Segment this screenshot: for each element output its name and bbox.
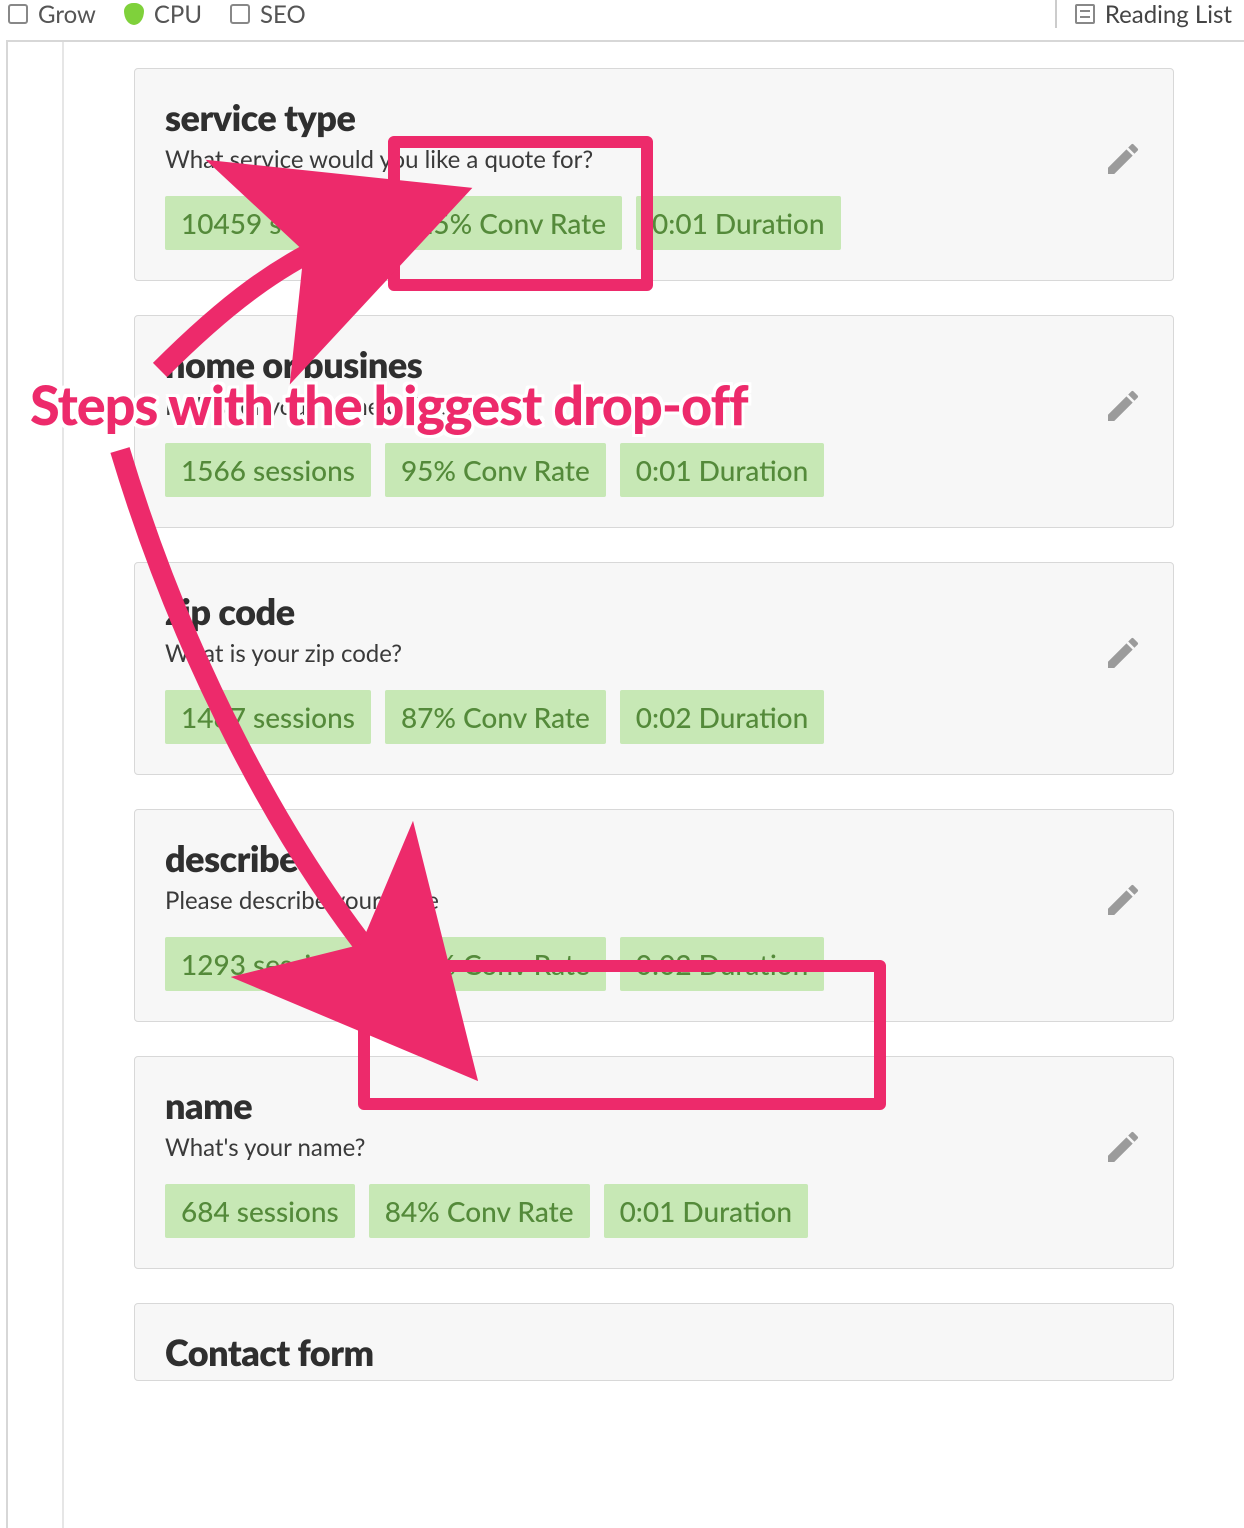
sessions-badge: 10459 sessions xyxy=(165,196,387,250)
duration-badge: 0:01 Duration xyxy=(604,1184,808,1238)
step-subtitle: Is this for your home or business? xyxy=(165,392,1143,421)
edit-button[interactable] xyxy=(1103,633,1143,673)
step-card-home-or-business[interactable]: home or busines Is this for your home or… xyxy=(134,315,1174,528)
step-subtitle: Please describe your issue xyxy=(165,886,1143,915)
folder-icon xyxy=(230,4,250,24)
reading-list-button[interactable]: Reading List xyxy=(1075,0,1232,28)
duration-badge: 0:02 Duration xyxy=(620,937,824,991)
sessions-badge: 1566 sessions xyxy=(165,443,371,497)
app-frame: service type What service would you like… xyxy=(6,40,1244,1528)
list-icon xyxy=(1075,4,1095,24)
sessions-badge: 684 sessions xyxy=(165,1184,355,1238)
pencil-icon xyxy=(1103,633,1143,673)
bookmark-item-cpu[interactable]: CPU xyxy=(124,0,202,28)
step-title: name xyxy=(165,1083,1143,1127)
duration-badge: 0:01 Duration xyxy=(620,443,824,497)
sessions-badge: 1487 sessions xyxy=(165,690,371,744)
step-title: home or busines xyxy=(165,342,1143,386)
duration-badge: 0:01 Duration xyxy=(636,196,840,250)
conv-rate-badge: 53% Conv Rate xyxy=(385,937,606,991)
conv-rate-badge: 87% Conv Rate xyxy=(385,690,606,744)
conv-rate-badge: 84% Conv Rate xyxy=(369,1184,590,1238)
step-subtitle: What's your name? xyxy=(165,1133,1143,1162)
step-title: describe xyxy=(165,836,1143,880)
bookmark-label: CPU xyxy=(154,0,202,28)
pencil-icon xyxy=(1103,139,1143,179)
conv-rate-badge: 15% Conv Rate xyxy=(401,196,622,250)
pencil-icon xyxy=(1103,1127,1143,1167)
bookmark-item-seo[interactable]: SEO xyxy=(230,0,306,28)
step-title: zip code xyxy=(165,589,1143,633)
bookmark-label: Grow xyxy=(38,0,96,28)
step-card-describe[interactable]: describe Please describe your issue 1293… xyxy=(134,809,1174,1022)
left-gutter xyxy=(8,42,64,1528)
edit-button[interactable] xyxy=(1103,880,1143,920)
bookmark-item-grow[interactable]: Grow xyxy=(8,0,96,28)
step-card-service-type[interactable]: service type What service would you like… xyxy=(134,68,1174,281)
sessions-badge: 1293 sessions xyxy=(165,937,371,991)
step-card-name[interactable]: name What's your name? 684 sessions 84% … xyxy=(134,1056,1174,1269)
shield-icon xyxy=(124,3,144,25)
step-subtitle: What is your zip code? xyxy=(165,639,1143,668)
step-subtitle: What service would you like a quote for? xyxy=(165,145,1143,174)
step-title: service type xyxy=(165,95,1143,139)
funnel-steps-list: service type What service would you like… xyxy=(64,42,1244,1528)
pencil-icon xyxy=(1103,386,1143,426)
edit-button[interactable] xyxy=(1103,386,1143,426)
reading-list-label: Reading List xyxy=(1105,0,1232,28)
step-title: Contact form xyxy=(165,1330,1143,1374)
pencil-icon xyxy=(1103,880,1143,920)
divider xyxy=(1055,0,1057,28)
bookmark-bar: Grow CPU SEO Reading List xyxy=(0,0,1244,28)
edit-button[interactable] xyxy=(1103,1127,1143,1167)
folder-icon xyxy=(8,4,28,24)
step-card-zip-code[interactable]: zip code What is your zip code? 1487 ses… xyxy=(134,562,1174,775)
edit-button[interactable] xyxy=(1103,139,1143,179)
conv-rate-badge: 95% Conv Rate xyxy=(385,443,606,497)
step-card-contact-form[interactable]: Contact form xyxy=(134,1303,1174,1381)
duration-badge: 0:02 Duration xyxy=(620,690,824,744)
bookmark-label: SEO xyxy=(260,0,306,28)
